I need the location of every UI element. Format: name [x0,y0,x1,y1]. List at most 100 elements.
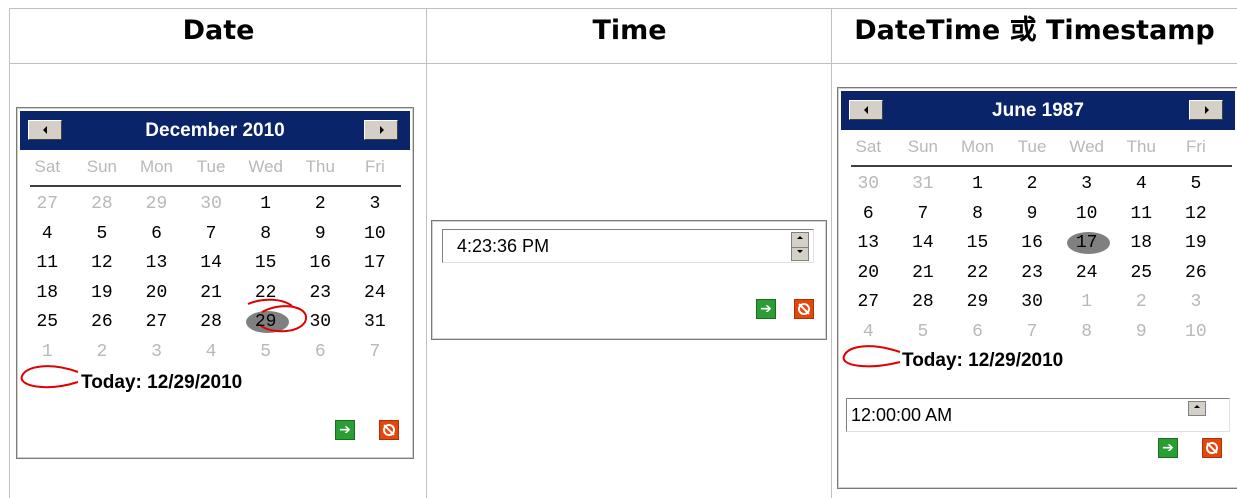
ok-button[interactable] [756,299,776,319]
calendar-day[interactable]: 22 [238,279,293,307]
calendar-day[interactable]: 8 [238,220,293,248]
calendar-day[interactable]: 22 [950,259,1005,287]
calendar-day[interactable]: 26 [1169,259,1224,287]
calendar-day[interactable]: 29 [238,308,293,336]
calendar-day[interactable]: 9 [1114,318,1169,346]
calendar-day[interactable]: 14 [896,229,951,257]
calendar-day[interactable]: 5 [896,318,951,346]
calendar-day[interactable]: 21 [896,259,951,287]
calendar-day[interactable]: 2 [1005,170,1060,198]
time-spinner[interactable] [1188,401,1206,416]
calendar-day[interactable]: 5 [1169,170,1224,198]
calendar-day[interactable]: 11 [20,249,75,277]
calendar-day[interactable]: 30 [293,308,348,336]
calendar-day[interactable]: 25 [20,308,75,336]
time-field[interactable]: 4:23:36 PM [442,229,814,263]
time-field[interactable]: 12:00:00 AM [846,398,1230,432]
calendar-day[interactable]: 2 [75,338,130,366]
calendar-day[interactable]: 28 [75,190,130,218]
spinner-up-icon[interactable] [792,233,808,248]
time-spinner[interactable] [791,232,809,261]
next-month-button[interactable] [1189,100,1223,120]
cancel-button[interactable] [794,299,814,319]
calendar-day[interactable]: 1 [238,190,293,218]
calendar-day[interactable]: 31 [348,308,403,336]
calendar-day[interactable]: 27 [129,308,184,336]
calendar-day[interactable]: 16 [293,249,348,277]
spinner-down-icon[interactable] [792,247,808,261]
calendar-day[interactable]: 8 [1059,318,1114,346]
calendar-day[interactable]: 6 [293,338,348,366]
calendar-day[interactable]: 14 [184,249,239,277]
calendar-day[interactable]: 7 [896,200,951,228]
calendar-day[interactable]: 9 [293,220,348,248]
calendar-day[interactable]: 19 [75,279,130,307]
calendar-day[interactable]: 30 [841,170,896,198]
calendar-day[interactable]: 15 [950,229,1005,257]
calendar-day[interactable]: 19 [1169,229,1224,257]
calendar-day[interactable]: 4 [20,220,75,248]
calendar-day[interactable]: 1 [1059,288,1114,316]
calendar-day[interactable]: 1 [20,338,75,366]
cancel-button[interactable] [1202,438,1222,458]
calendar-day[interactable]: 7 [1005,318,1060,346]
calendar-day[interactable]: 3 [1169,288,1224,316]
calendar-day[interactable]: 4 [184,338,239,366]
calendar-day[interactable]: 7 [184,220,239,248]
calendar-day[interactable]: 27 [841,288,896,316]
calendar-day[interactable]: 1 [950,170,1005,198]
calendar-day[interactable]: 4 [1114,170,1169,198]
calendar-day[interactable]: 12 [75,249,130,277]
spinner-up-icon[interactable] [1189,402,1205,415]
calendar-day[interactable]: 29 [129,190,184,218]
calendar-day[interactable]: 29 [950,288,1005,316]
calendar-day[interactable]: 26 [75,308,130,336]
today-label[interactable]: Today: 12/29/2010 [81,372,242,394]
calendar-day[interactable]: 18 [20,279,75,307]
calendar-day[interactable]: 30 [184,190,239,218]
calendar-day[interactable]: 4 [841,318,896,346]
calendar-day[interactable]: 17 [348,249,403,277]
ok-button[interactable] [335,420,355,440]
calendar-day[interactable]: 25 [1114,259,1169,287]
calendar-day[interactable]: 5 [75,220,130,248]
calendar-day[interactable]: 3 [129,338,184,366]
calendar-day[interactable]: 9 [1005,200,1060,228]
calendar-day[interactable]: 6 [129,220,184,248]
today-label[interactable]: Today: 12/29/2010 [902,350,1063,372]
calendar-day[interactable]: 17 [1059,229,1114,257]
calendar-day[interactable]: 23 [293,279,348,307]
calendar-day[interactable]: 6 [841,200,896,228]
calendar-day[interactable]: 10 [1059,200,1114,228]
calendar-day[interactable]: 13 [129,249,184,277]
calendar-day[interactable]: 6 [950,318,1005,346]
calendar-day[interactable]: 20 [129,279,184,307]
calendar-day[interactable]: 10 [348,220,403,248]
calendar-day[interactable]: 7 [348,338,403,366]
calendar-day[interactable]: 23 [1005,259,1060,287]
calendar-day[interactable]: 5 [238,338,293,366]
calendar-day[interactable]: 11 [1114,200,1169,228]
calendar-day[interactable]: 27 [20,190,75,218]
calendar-day[interactable]: 18 [1114,229,1169,257]
calendar-day[interactable]: 2 [1114,288,1169,316]
calendar-day[interactable]: 10 [1169,318,1224,346]
calendar-day[interactable]: 13 [841,229,896,257]
calendar-day[interactable]: 24 [1059,259,1114,287]
calendar-day[interactable]: 20 [841,259,896,287]
calendar-day[interactable]: 16 [1005,229,1060,257]
calendar-day[interactable]: 15 [238,249,293,277]
cancel-button[interactable] [379,420,399,440]
calendar-day[interactable]: 8 [950,200,1005,228]
calendar-day[interactable]: 2 [293,190,348,218]
ok-button[interactable] [1158,438,1178,458]
calendar-day[interactable]: 12 [1169,200,1224,228]
calendar-day[interactable]: 21 [184,279,239,307]
calendar-day[interactable]: 24 [348,279,403,307]
calendar-day[interactable]: 30 [1005,288,1060,316]
calendar-day[interactable]: 3 [1059,170,1114,198]
calendar-day[interactable]: 3 [348,190,403,218]
calendar-day[interactable]: 28 [184,308,239,336]
calendar-day[interactable]: 28 [896,288,951,316]
next-month-button[interactable] [364,120,398,140]
